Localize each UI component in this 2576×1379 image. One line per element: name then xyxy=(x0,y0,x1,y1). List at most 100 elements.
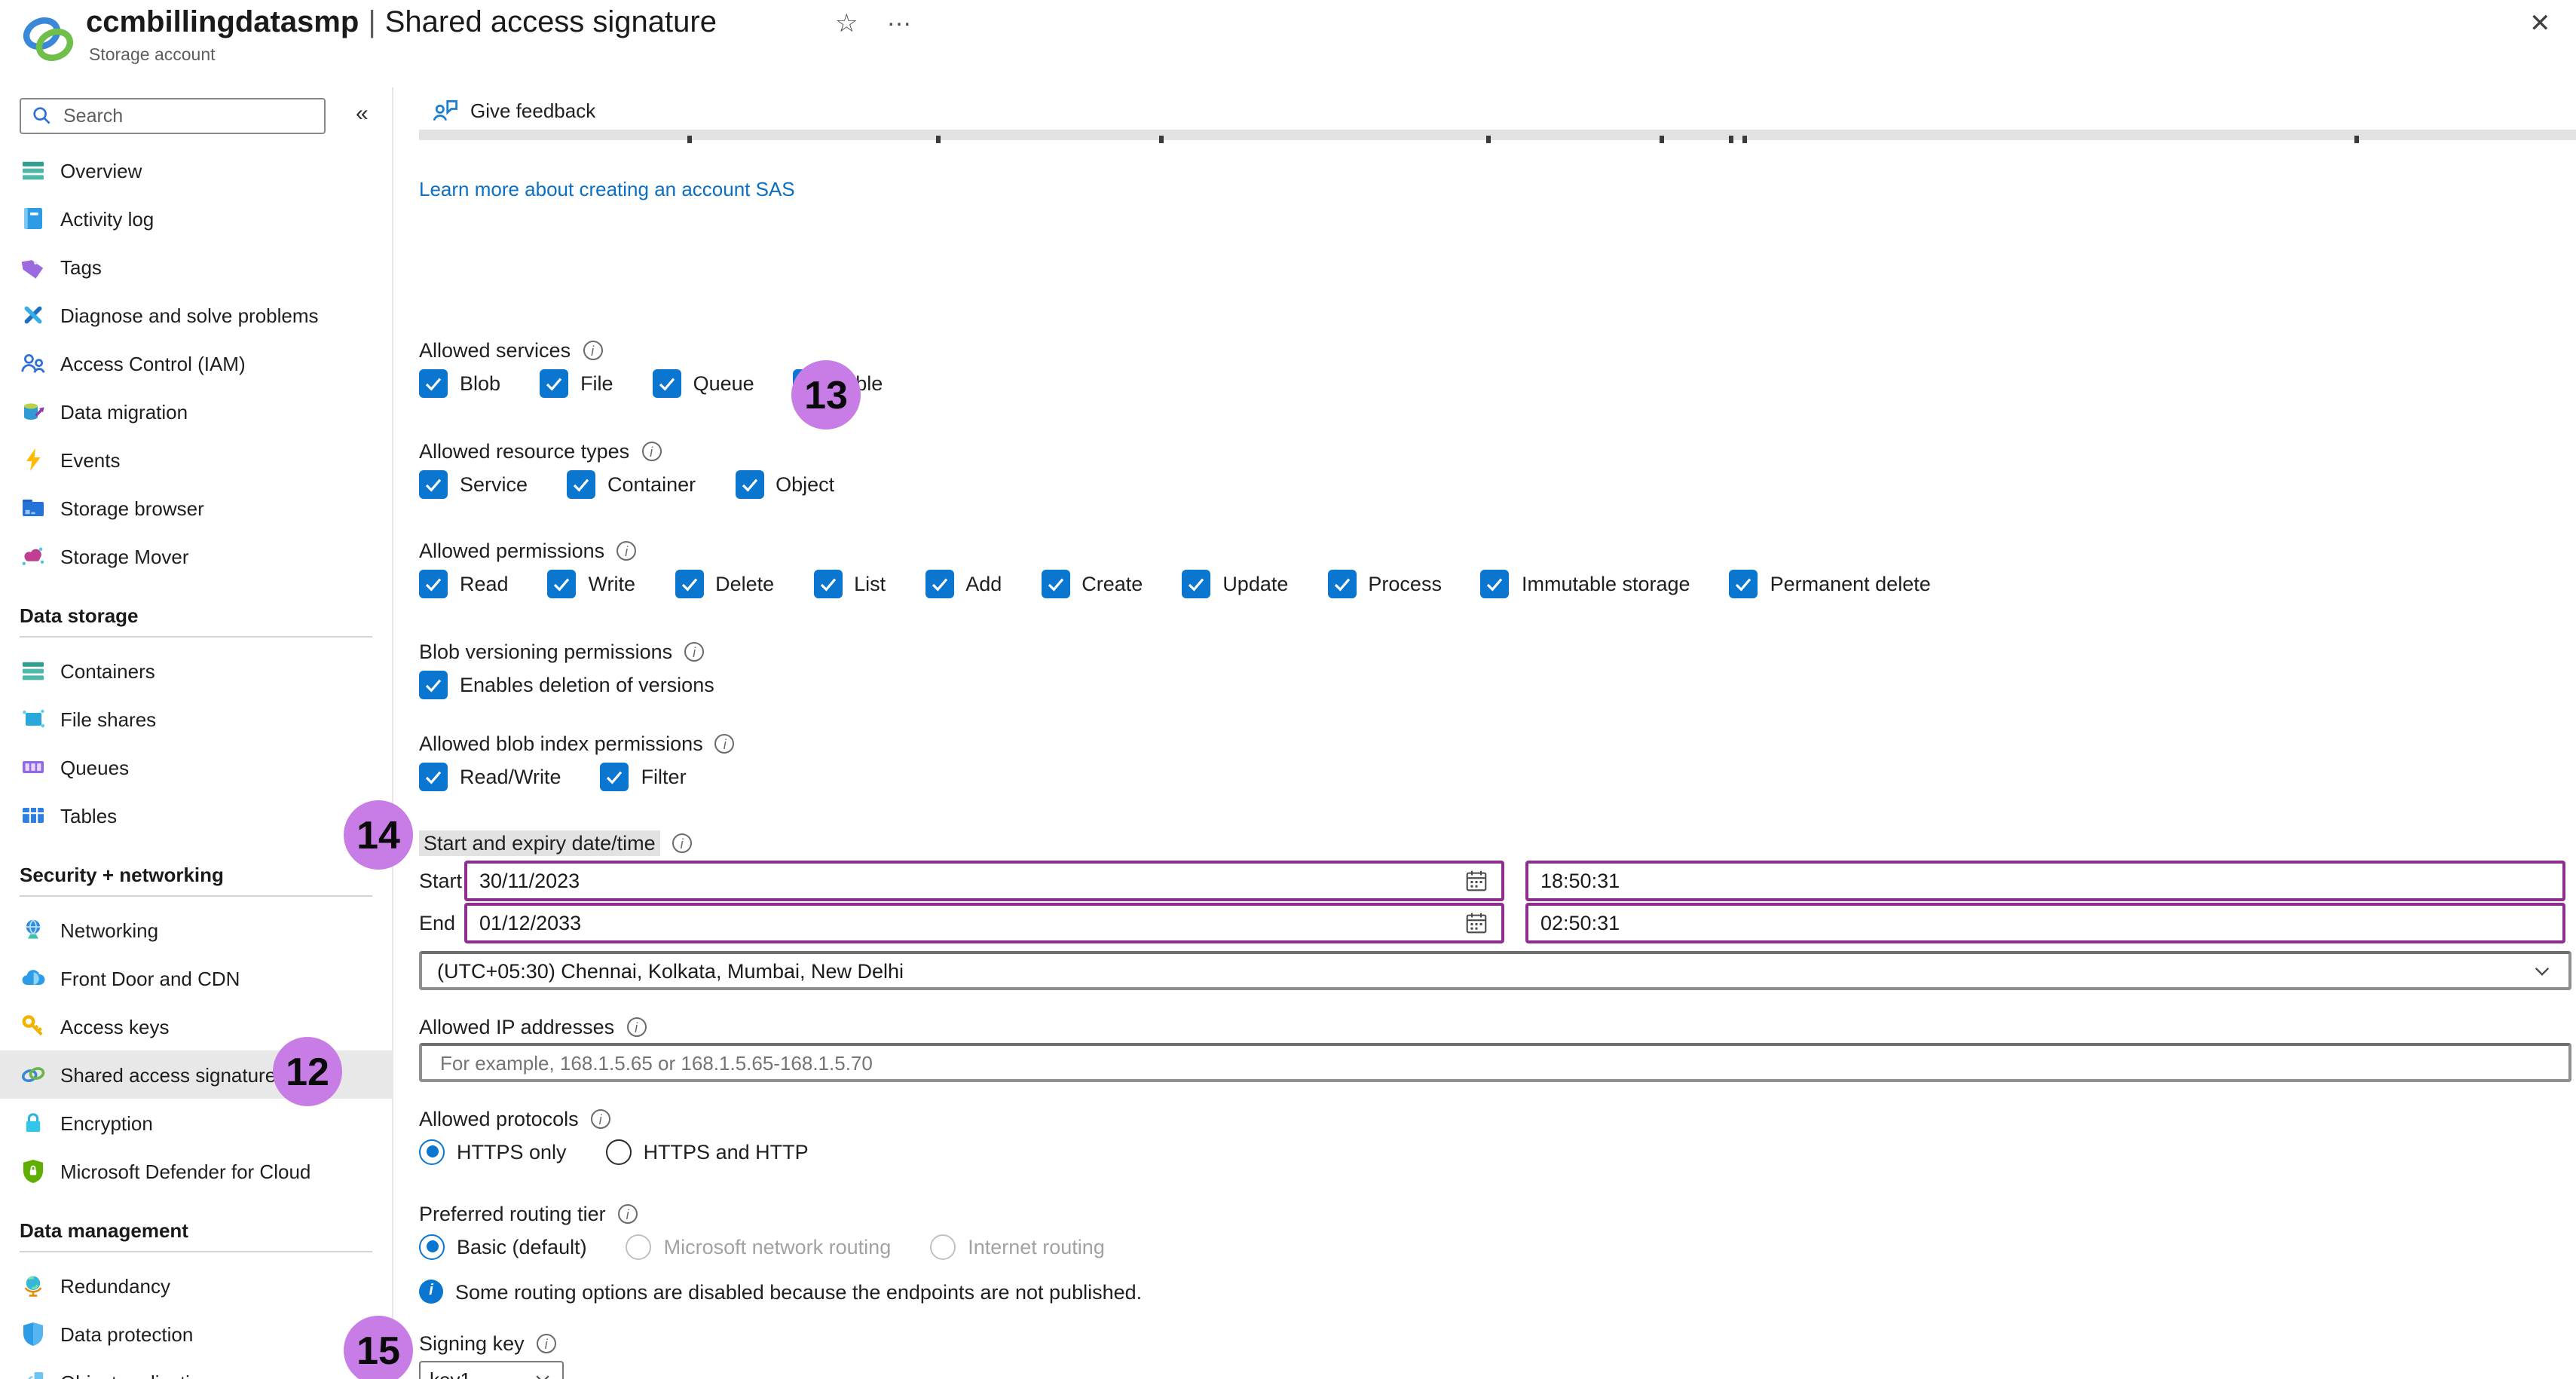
info-icon[interactable]: i xyxy=(591,1108,610,1128)
sidebar-item-front-door-and-cdn[interactable]: Front Door and CDN xyxy=(0,954,392,1002)
checkbox-box[interactable] xyxy=(540,368,568,397)
checkbox-enables-deletion-of-versions[interactable]: Enables deletion of versions xyxy=(419,670,714,699)
checkbox-box[interactable] xyxy=(675,569,703,598)
checkbox-file[interactable]: File xyxy=(540,368,613,397)
end-time-input[interactable]: 02:50:31 xyxy=(1525,903,2565,943)
checkbox-add[interactable]: Add xyxy=(925,569,1002,598)
favorite-star-icon[interactable]: ☆ xyxy=(835,9,858,39)
checkbox-read[interactable]: Read xyxy=(419,569,509,598)
checkbox-box[interactable] xyxy=(925,569,953,598)
sidebar-item-redundancy[interactable]: Redundancy xyxy=(0,1261,392,1310)
checkbox-update[interactable]: Update xyxy=(1182,569,1288,598)
checkbox-box[interactable] xyxy=(1730,569,1758,598)
sidebar-item-networking[interactable]: Networking xyxy=(0,906,392,954)
checkbox-box[interactable] xyxy=(813,569,842,598)
info-icon[interactable]: i xyxy=(537,1333,556,1353)
radio-https-and-http[interactable]: HTTPS and HTTP xyxy=(606,1139,809,1164)
storage-browser-icon xyxy=(20,494,47,521)
overview-icon xyxy=(20,157,47,184)
sidebar-item-data-protection[interactable]: Data protection xyxy=(0,1310,392,1358)
info-icon[interactable]: i xyxy=(715,733,735,753)
radio-circle[interactable] xyxy=(419,1234,445,1259)
sidebar-item-overview[interactable]: Overview xyxy=(0,146,392,194)
checkbox-row: Service Container Object xyxy=(419,469,834,499)
sidebar-search-box[interactable] xyxy=(20,98,326,134)
sidebar-item-activity-log[interactable]: Activity log xyxy=(0,194,392,243)
checkbox-box[interactable] xyxy=(567,469,595,498)
timezone-select[interactable]: (UTC+05:30) Chennai, Kolkata, Mumbai, Ne… xyxy=(419,951,2571,990)
checkbox-object[interactable]: Object xyxy=(735,469,834,498)
tables-icon xyxy=(20,802,47,829)
sidebar-item-access-control-iam[interactable]: Access Control (IAM) xyxy=(0,339,392,387)
info-icon[interactable]: i xyxy=(672,833,692,852)
sidebar-item-access-keys[interactable]: Access keys xyxy=(0,1002,392,1050)
radio-label: Basic (default) xyxy=(457,1235,587,1258)
start-date-input[interactable]: 30/11/2023 xyxy=(464,861,1504,901)
allowed-ip-input[interactable] xyxy=(437,1050,2553,1075)
checkbox-delete[interactable]: Delete xyxy=(675,569,774,598)
radio-https-only[interactable]: HTTPS only xyxy=(419,1139,567,1164)
checkbox-box[interactable] xyxy=(1327,569,1356,598)
checkbox-blob[interactable]: Blob xyxy=(419,368,500,397)
checkbox-immutable-storage[interactable]: Immutable storage xyxy=(1481,569,1690,598)
info-icon[interactable]: i xyxy=(641,441,661,460)
sidebar-item-events[interactable]: Events xyxy=(0,436,392,484)
search-input[interactable] xyxy=(60,104,324,128)
info-icon[interactable]: i xyxy=(684,641,704,661)
sidebar-item-tables[interactable]: Tables xyxy=(0,791,392,839)
checkbox-box[interactable] xyxy=(653,368,681,397)
checkbox-box[interactable] xyxy=(735,469,763,498)
sidebar-item-queues[interactable]: Queues xyxy=(0,743,392,791)
checkbox-box[interactable] xyxy=(419,368,448,397)
checkbox-container[interactable]: Container xyxy=(567,469,696,498)
sidebar-item-object-replication[interactable]: Object replication xyxy=(0,1358,392,1379)
checkbox-read-write[interactable]: Read/Write xyxy=(419,762,561,790)
sidebar-item-diagnose-and-solve-problems[interactable]: Diagnose and solve problems xyxy=(0,291,392,339)
sidebar-item-encryption[interactable]: Encryption xyxy=(0,1099,392,1147)
learn-more-link[interactable]: Learn more about creating an account SAS xyxy=(419,178,795,200)
checkbox-box[interactable] xyxy=(419,469,448,498)
checkbox-box[interactable] xyxy=(419,569,448,598)
signing-key-select[interactable]: key1 xyxy=(419,1361,564,1379)
checkbox-process[interactable]: Process xyxy=(1327,569,1442,598)
checkbox-write[interactable]: Write xyxy=(548,569,636,598)
calendar-icon[interactable] xyxy=(1464,868,1489,894)
checkbox-queue[interactable]: Queue xyxy=(653,368,754,397)
info-icon[interactable]: i xyxy=(618,1203,638,1223)
end-date-input[interactable]: 01/12/2033 xyxy=(464,903,1504,943)
give-feedback-button[interactable]: Give feedback xyxy=(431,96,595,125)
start-time-input[interactable]: 18:50:31 xyxy=(1525,861,2565,901)
calendar-icon[interactable] xyxy=(1464,910,1489,936)
checkbox-box[interactable] xyxy=(601,762,629,790)
info-icon[interactable]: i xyxy=(583,340,602,359)
info-icon[interactable]: i xyxy=(616,540,636,560)
sidebar-item-data-migration[interactable]: Data migration xyxy=(0,387,392,436)
sidebar-item-containers[interactable]: Containers xyxy=(0,647,392,695)
radio-basic-default[interactable]: Basic (default) xyxy=(419,1234,587,1259)
more-ellipsis-icon[interactable]: … xyxy=(886,3,913,33)
step-badge: 14 xyxy=(344,800,413,870)
checkbox-box[interactable] xyxy=(419,670,448,699)
title-separator: | xyxy=(359,6,384,39)
checkbox-list[interactable]: List xyxy=(813,569,886,598)
checkbox-permanent-delete[interactable]: Permanent delete xyxy=(1730,569,1931,598)
checkbox-box[interactable] xyxy=(1481,569,1510,598)
sidebar-item-storage-mover[interactable]: Storage Mover xyxy=(0,532,392,580)
sidebar-item-file-shares[interactable]: File shares xyxy=(0,695,392,743)
checkbox-create[interactable]: Create xyxy=(1041,569,1143,598)
radio-circle[interactable] xyxy=(419,1139,445,1164)
sidebar-item-microsoft-defender-for-cloud[interactable]: Microsoft Defender for Cloud xyxy=(0,1147,392,1195)
collapse-sidebar-icon[interactable]: « xyxy=(356,101,369,127)
checkbox-service[interactable]: Service xyxy=(419,469,528,498)
checkbox-box[interactable] xyxy=(1182,569,1210,598)
search-icon xyxy=(30,104,54,128)
checkbox-box[interactable] xyxy=(1041,569,1069,598)
checkbox-box[interactable] xyxy=(419,762,448,790)
close-icon[interactable]: ✕ xyxy=(2529,9,2551,39)
info-icon[interactable]: i xyxy=(626,1017,646,1036)
checkbox-box[interactable] xyxy=(548,569,577,598)
sidebar-item-storage-browser[interactable]: Storage browser xyxy=(0,484,392,532)
checkbox-filter[interactable]: Filter xyxy=(601,762,687,790)
sidebar-item-tags[interactable]: Tags xyxy=(0,243,392,291)
radio-circle[interactable] xyxy=(606,1139,632,1164)
